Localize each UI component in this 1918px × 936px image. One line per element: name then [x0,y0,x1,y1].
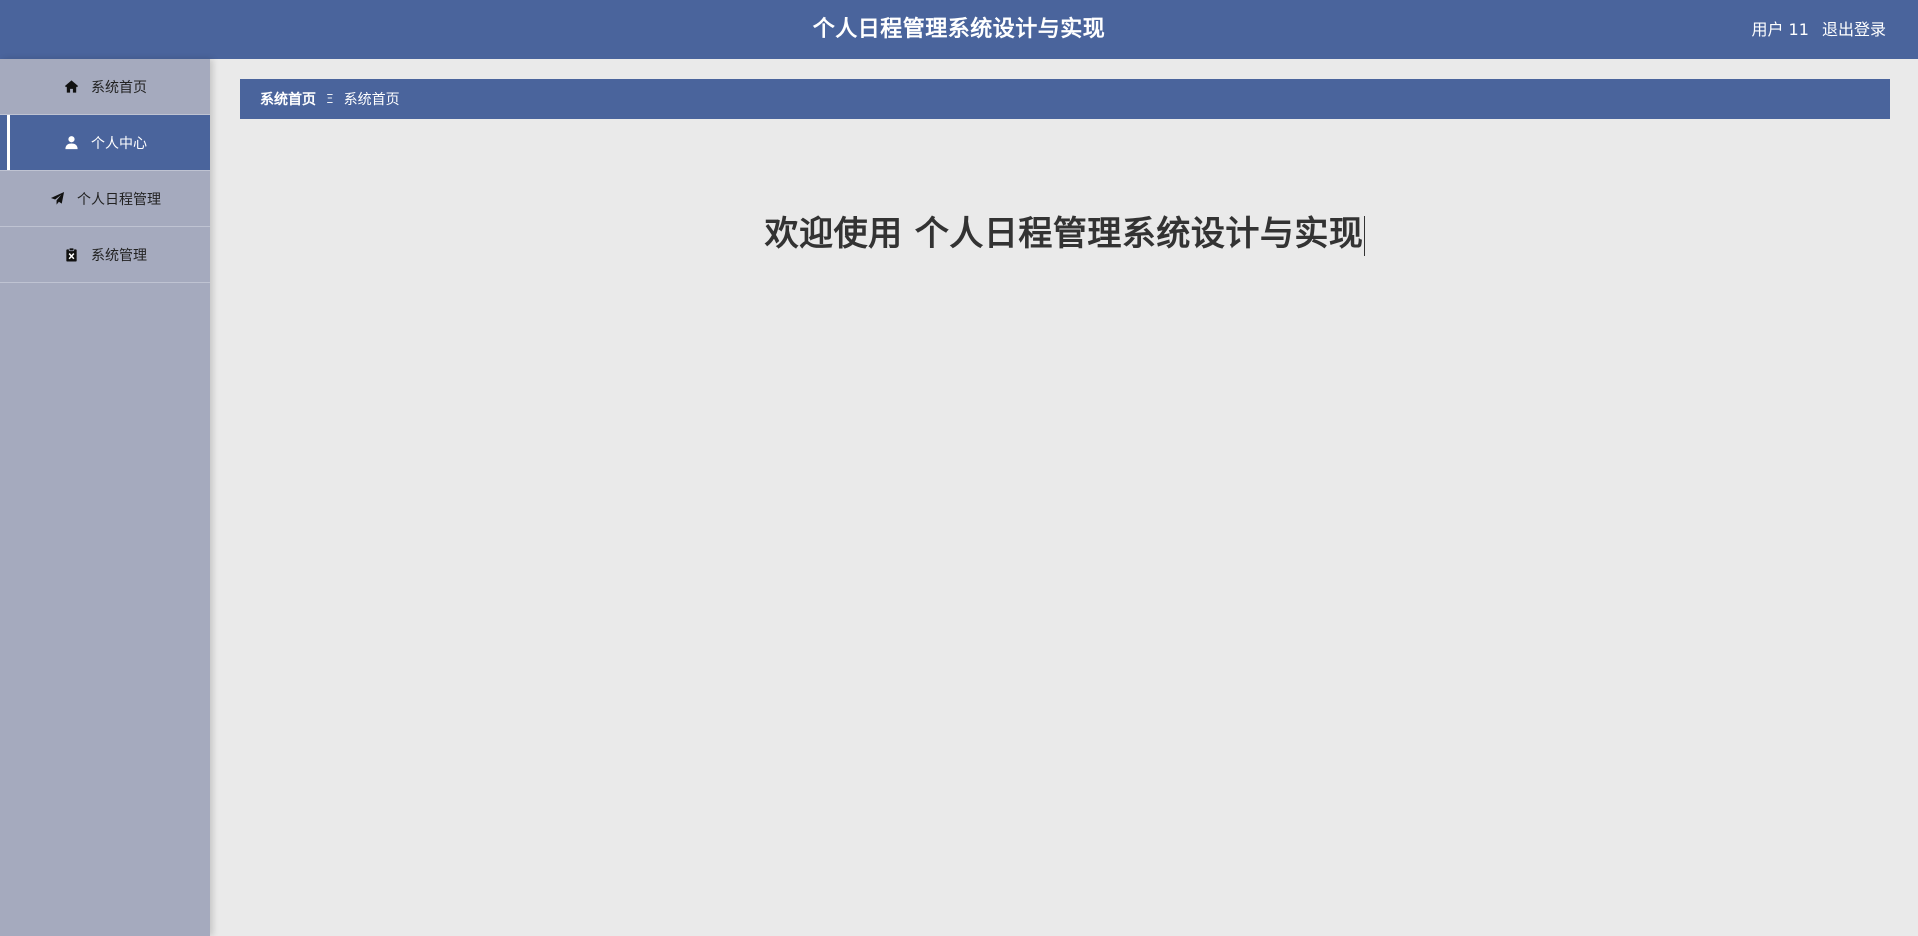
breadcrumb-separator-icon: Ξ [326,92,334,106]
sidebar-item-label: 系统首页 [91,79,147,96]
clipboard-x-icon [63,247,79,263]
breadcrumb: 系统首页 Ξ 系统首页 [240,79,1890,119]
sidebar-item-profile[interactable]: 个人中心 [0,115,210,171]
logout-link[interactable]: 退出登录 [1822,20,1886,39]
home-icon [63,79,79,95]
sidebar-item-home[interactable]: 系统首页 [0,59,210,115]
sidebar-item-system[interactable]: 系统管理 [0,227,210,283]
top-header: 个人日程管理系统设计与实现 用户 11 退出登录 [0,0,1918,59]
text-cursor [1364,215,1366,256]
user-area: 用户 11 退出登录 [1743,0,1886,59]
user-icon [63,135,79,151]
breadcrumb-home-link[interactable]: 系统首页 [260,89,316,109]
sidebar-item-label: 个人日程管理 [77,191,161,208]
sidebar-item-label: 个人中心 [91,135,147,152]
breadcrumb-current: 系统首页 [343,92,400,108]
welcome-text: 欢迎使用 个人日程管理系统设计与实现 [764,214,1364,254]
sidebar-item-label: 系统管理 [91,247,147,264]
welcome-heading: 欢迎使用 个人日程管理系统设计与实现 [240,206,1890,256]
sidebar: 系统首页 个人中心 个人日程管理 系统管理 [0,59,210,936]
app-title: 个人日程管理系统设计与实现 [812,17,1106,42]
username-label: 用户 11 [1751,20,1809,39]
sidebar-item-schedule[interactable]: 个人日程管理 [0,171,210,227]
paper-plane-icon [49,191,65,207]
